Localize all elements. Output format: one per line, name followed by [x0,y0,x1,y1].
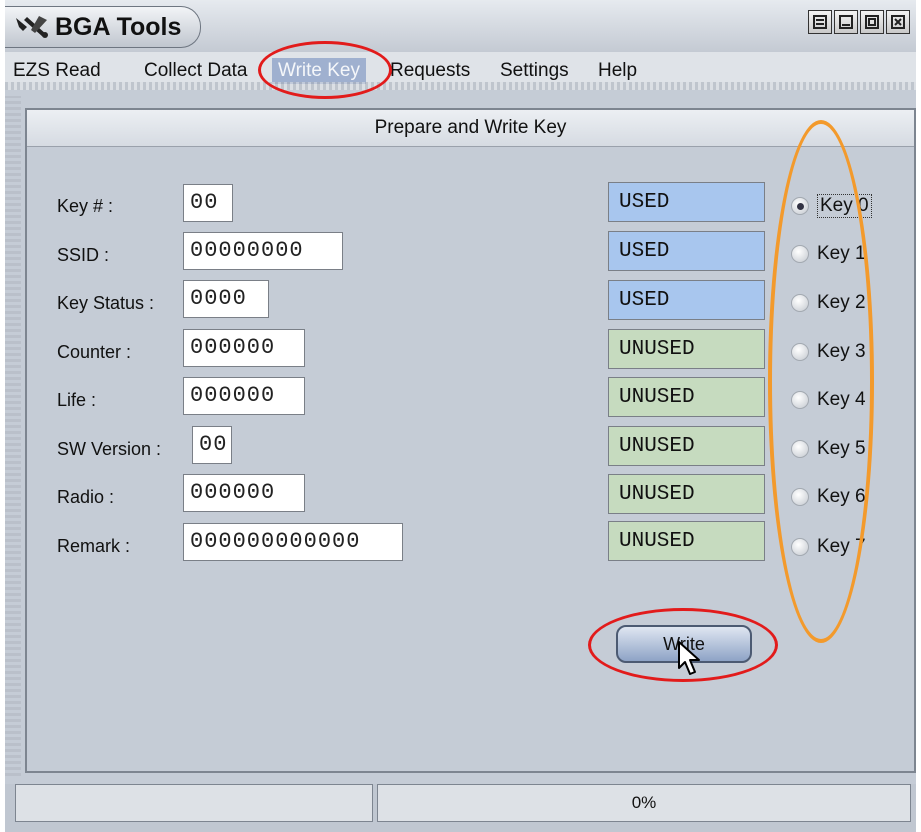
key-6-status: UNUSED [608,474,765,514]
radio-label-key-0: Key 0 [817,194,872,218]
label-radio: Radio : [57,487,115,507]
radio-icon[interactable] [791,391,809,409]
menu-ezs-read[interactable]: EZS Read [13,60,101,82]
radio-key-2[interactable]: Key 2 [791,292,866,314]
radio-field[interactable]: 000000 [183,474,305,512]
key-3-status: UNUSED [608,329,765,369]
label-life: Life : [57,390,97,410]
radio-label-key-2: Key 2 [817,292,866,313]
radio-icon[interactable] [791,245,809,263]
key-number-field[interactable]: 00 [183,184,233,222]
maximize-icon[interactable] [860,10,884,34]
remark-field[interactable]: 000000000000 [183,523,403,561]
label-key-status: Key Status : [57,293,155,313]
status-bar: 0% [5,784,916,832]
radio-key-3[interactable]: Key 3 [791,341,866,363]
radio-key-0[interactable]: Key 0 [791,194,872,218]
label-ssid: SSID : [57,245,110,265]
menu-separator [5,82,916,90]
key-status-field[interactable]: 0000 [183,280,269,318]
menu-collect-data[interactable]: Collect Data [144,60,248,82]
window-controls [808,10,910,34]
radio-label-key-5: Key 5 [817,438,866,459]
radio-label-key-3: Key 3 [817,341,866,362]
menu-bar: EZS Read Collect Data Write Key Requests… [5,52,916,90]
menu-write-key[interactable]: Write Key [272,58,367,84]
radio-key-4[interactable]: Key 4 [791,389,866,411]
radio-icon[interactable] [791,343,809,361]
key-1-status: USED [608,231,765,271]
radio-key-5[interactable]: Key 5 [791,438,866,460]
counter-field[interactable]: 000000 [183,329,305,367]
key-0-status: USED [608,182,765,222]
key-5-status: UNUSED [608,426,765,466]
window-menu-icon[interactable] [808,10,832,34]
label-sw-version: SW Version : [57,439,162,459]
cursor-icon [678,641,700,675]
life-field[interactable]: 000000 [183,377,305,415]
status-left [15,784,373,822]
key-2-status: USED [608,280,765,320]
left-stripe [5,96,21,776]
sw-version-field[interactable]: 00 [192,426,232,464]
radio-key-1[interactable]: Key 1 [791,243,866,265]
wrench-tools-icon [16,16,48,38]
radio-label-key-4: Key 4 [817,389,866,410]
radio-label-key-1: Key 1 [817,243,866,264]
ssid-field[interactable]: 00000000 [183,232,343,270]
menu-settings[interactable]: Settings [500,60,569,82]
radio-icon[interactable] [791,294,809,312]
panel-header: Prepare and Write Key [27,110,914,147]
radio-key-6[interactable]: Key 6 [791,486,866,508]
app-title: BGA Tools [55,13,182,41]
app-window: BGA Tools EZS Read Collect Data Write Ke… [5,0,916,832]
close-icon[interactable] [886,10,910,34]
label-remark: Remark : [57,536,131,556]
radio-label-key-6: Key 6 [817,486,866,507]
radio-selected-icon[interactable] [791,197,809,215]
menu-requests[interactable]: Requests [390,60,470,82]
label-key-number: Key # : [57,196,114,216]
radio-label-key-7: Key 7 [817,536,866,557]
radio-icon[interactable] [791,538,809,556]
title-tab: BGA Tools [5,6,201,48]
key-4-status: UNUSED [608,377,765,417]
key-7-status: UNUSED [608,521,765,561]
radio-icon[interactable] [791,488,809,506]
label-counter: Counter : [57,342,132,362]
radio-icon[interactable] [791,440,809,458]
title-bar: BGA Tools [5,0,916,52]
radio-key-7[interactable]: Key 7 [791,536,866,558]
progress-text: 0% [377,784,911,822]
menu-help[interactable]: Help [598,60,637,82]
minimize-icon[interactable] [834,10,858,34]
